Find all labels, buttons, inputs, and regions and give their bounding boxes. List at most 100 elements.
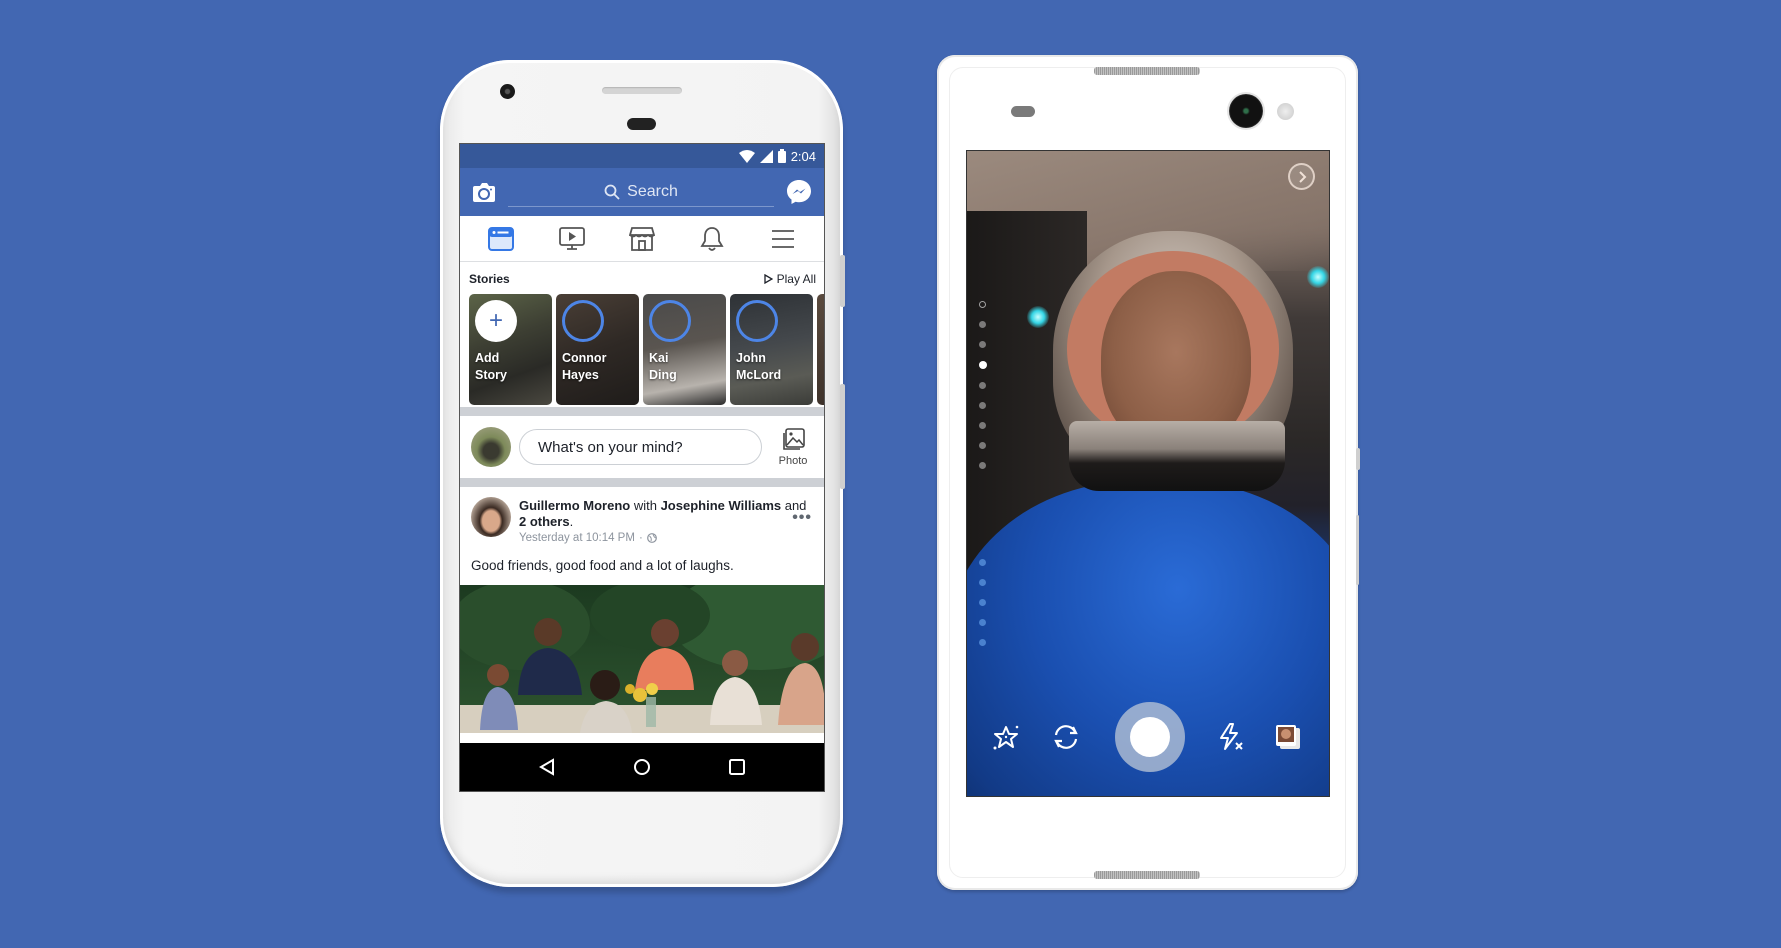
bottom-speaker-grille [1094,871,1200,879]
effect-option-dot[interactable] [979,442,986,449]
photo-icon [783,427,805,450]
stories-carousel: + Add Story Connor Hayes Kai Ding John M… [460,290,824,407]
post-header: Guillermo Moreno with Josephine Williams… [460,487,824,555]
flash-button[interactable] [1215,722,1245,752]
post-more-options-button[interactable]: ••• [792,509,812,527]
wifi-icon [738,149,755,163]
stories-title: Stories [469,272,510,286]
status-input[interactable]: What's on your mind? [519,429,762,465]
watch-video-icon [558,226,585,250]
effect-option-dot[interactable] [979,559,986,566]
tab-news-feed[interactable] [481,221,521,257]
status-placeholder: What's on your mind? [538,438,683,456]
helmet-light [1027,306,1049,328]
effect-option-dot[interactable] [979,361,987,369]
post-composer: What's on your mind? Photo [460,416,824,478]
shutter-inner [1130,717,1170,757]
play-icon [763,274,773,284]
flip-camera-button[interactable] [1051,722,1081,752]
recents-button[interactable] [728,758,746,776]
others-link[interactable]: 2 others [519,514,570,529]
back-button[interactable] [538,758,556,776]
story-name: Add Story [475,351,507,382]
cell-signal-icon [759,149,773,163]
story-card-connor-hayes[interactable]: Connor Hayes [556,294,639,405]
camera-button[interactable] [472,181,496,203]
helmet-collar [1069,421,1285,491]
front-camera-lens [500,84,515,99]
hamburger-menu-icon [771,229,794,248]
effect-option-dot[interactable] [979,321,986,328]
effect-option-dot[interactable] [979,382,986,389]
family-dinner-photo [460,585,824,733]
user-avatar[interactable] [471,427,511,467]
story-avatar [736,300,778,342]
effects-carousel [979,301,989,659]
author-name-link[interactable]: Guillermo Moreno [519,498,630,513]
marketplace-store-icon [628,226,655,251]
story-card-john-mclord[interactable]: John McLord [730,294,813,405]
add-story-plus-icon: + [475,300,517,342]
effect-option-dot[interactable] [979,422,986,429]
helmet-light [1307,266,1329,288]
post-author-line: Guillermo Moreno with Josephine Williams… [519,498,807,529]
effects-button[interactable] [991,722,1021,752]
tagged-friend-link[interactable]: Josephine Williams [661,498,782,513]
effect-option-dot[interactable] [979,341,986,348]
messenger-icon [787,180,811,204]
author-avatar[interactable] [471,497,511,537]
main-nav-tabs [460,216,824,262]
facebook-camera-screen [966,150,1330,797]
proximity-sensor [1011,106,1035,117]
tab-notifications[interactable] [692,221,732,257]
earpiece-speaker [602,87,682,94]
tab-menu[interactable] [763,221,803,257]
story-card-kai-ding[interactable]: Kai Ding [643,294,726,405]
power-button [840,384,845,489]
globe-icon [646,533,657,543]
post-photo[interactable] [460,585,824,733]
camera-controls [967,700,1329,772]
play-all-button[interactable]: Play All [763,272,816,286]
volume-button [840,255,845,307]
side-button [1356,515,1359,585]
front-flash-led [1277,103,1294,120]
status-time: 2:04 [790,148,816,164]
proximity-sensor [627,118,656,130]
story-name: Kai Ding [649,351,677,382]
gallery-button[interactable] [1273,722,1303,752]
effect-option-dot[interactable] [979,301,986,308]
news-feed-icon [488,226,515,251]
play-all-label: Play All [776,272,816,286]
story-avatar [562,300,604,342]
bell-icon [700,226,724,251]
story-card-add[interactable]: + Add Story [469,294,552,405]
post-text: Good friends, good food and a lot of lau… [471,558,734,573]
timestamp-link[interactable]: Yesterday at 10:14 PM [519,532,635,544]
home-button[interactable] [633,758,651,776]
tab-watch[interactable] [552,221,592,257]
story-name: John McLord [736,351,782,382]
camera-icon [473,183,495,202]
story-card-partial[interactable] [817,294,824,405]
next-button[interactable] [1288,163,1315,190]
flip-camera-icon [1054,725,1078,749]
status-bar: 2:04 [460,144,824,168]
effect-option-dot[interactable] [979,579,986,586]
top-speaker-grille [1094,67,1200,75]
search-input[interactable]: Search [508,177,774,207]
effect-option-dot[interactable] [979,599,986,606]
effect-option-dot[interactable] [979,639,986,646]
messenger-button[interactable] [786,179,812,205]
effect-option-dot[interactable] [979,402,986,409]
story-name: Connor Hayes [562,351,607,382]
effect-option-dot[interactable] [979,462,986,469]
post-timestamp: Yesterday at 10:14 PM · [519,532,814,544]
photo-button[interactable]: Photo [770,427,816,467]
tab-marketplace[interactable] [622,221,662,257]
android-navigation-bar [460,743,824,791]
gallery-icon [1276,725,1300,749]
effect-option-dot[interactable] [979,619,986,626]
shutter-button[interactable] [1115,702,1185,772]
photo-label: Photo [778,454,808,467]
